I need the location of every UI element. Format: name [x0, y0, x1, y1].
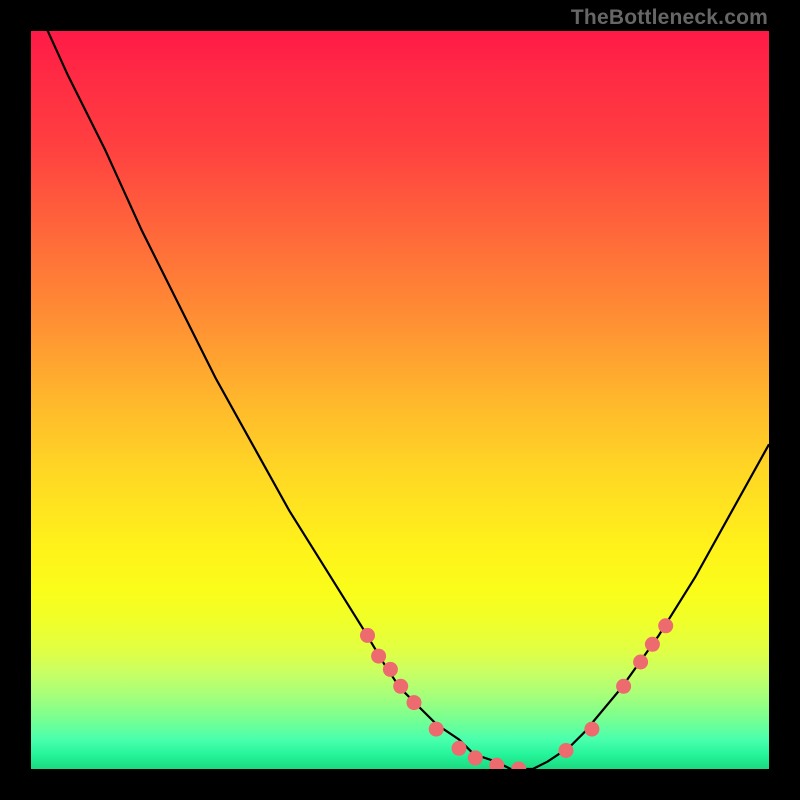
chart-frame: TheBottleneck.com — [0, 0, 800, 800]
marker-point — [658, 618, 673, 633]
marker-point — [633, 655, 648, 670]
marker-point — [511, 762, 526, 770]
bottleneck-curve — [31, 31, 769, 769]
watermark-text: TheBottleneck.com — [571, 6, 768, 30]
marker-point — [452, 741, 467, 756]
marker-point — [393, 679, 408, 694]
marker-point — [559, 743, 574, 758]
marker-point — [383, 662, 398, 677]
marker-point — [616, 679, 631, 694]
marker-point — [360, 628, 375, 643]
marker-point — [645, 637, 660, 652]
marker-point — [468, 750, 483, 765]
marker-point — [584, 722, 599, 737]
plot-area — [31, 31, 769, 769]
marker-point — [429, 722, 444, 737]
marker-point — [371, 649, 386, 664]
marker-point — [407, 695, 422, 710]
chart-svg — [31, 31, 769, 769]
